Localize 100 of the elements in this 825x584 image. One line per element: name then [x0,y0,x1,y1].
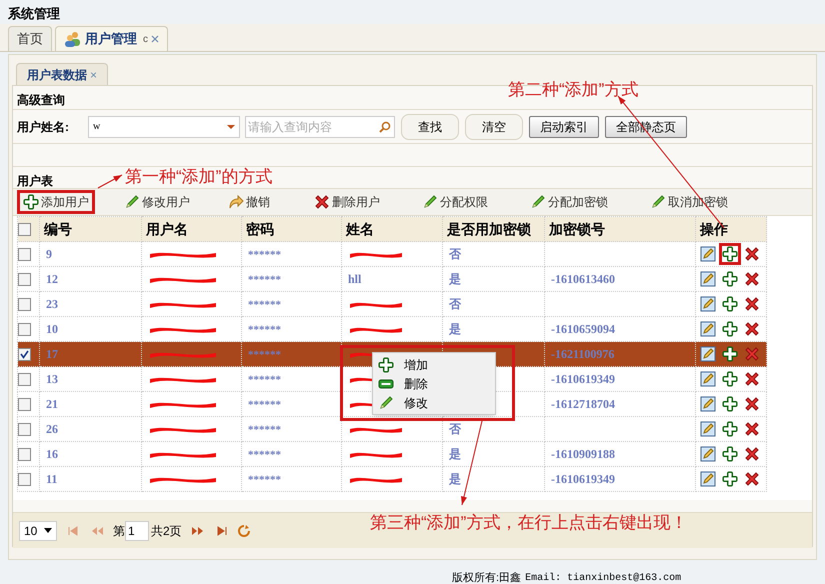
cross-icon[interactable] [744,421,760,437]
table-cell: ****** [248,274,281,286]
checkbox[interactable] [18,322,31,336]
button[interactable]: 启动索引 [529,116,599,138]
table-cell: 11 [46,472,58,486]
table-cell: hll [348,272,362,286]
table-cell: 17 [46,347,58,361]
cross-icon[interactable] [744,271,760,287]
cross-icon[interactable] [744,371,760,387]
page-label: 第 [113,522,125,540]
checkbox[interactable] [18,472,31,486]
edit-note-icon[interactable] [700,421,716,437]
edit-note-icon[interactable] [700,396,716,412]
table-cell: 10 [46,322,58,336]
checkbox[interactable] [18,448,31,460]
edit-note-icon[interactable] [700,246,716,262]
cross-icon[interactable] [744,296,760,312]
page-size-select[interactable]: 10 [19,520,57,540]
plus-icon[interactable] [722,396,738,412]
page-field[interactable]: 1 [125,520,149,540]
search-field[interactable]: 请输入查询内容 [245,116,395,138]
menu-item[interactable]: 修改 [373,393,495,412]
close-icon[interactable] [151,35,159,43]
checkbox[interactable] [18,422,31,436]
edit-note-icon[interactable] [700,321,716,337]
refresh-icon[interactable]: c [143,32,148,46]
table-cell: ****** [248,348,281,361]
toolbar-button[interactable]: 取消加密锁 [647,190,731,214]
plus-icon [378,356,394,372]
checkbox[interactable] [18,272,31,286]
toolbar-button[interactable]: 分配加密锁 [527,190,611,214]
cross-icon[interactable] [744,446,760,462]
checkbox[interactable] [18,348,31,360]
table-cell: 否 [449,297,461,311]
toolbar-button[interactable]: 撤销 [225,190,273,214]
table-cell: -1610613460 [551,272,615,286]
column-header: 姓名 [346,220,374,236]
select-field[interactable]: w [88,116,240,138]
annotation-arrow [98,174,122,188]
edit-note-icon[interactable] [700,271,716,287]
table-row[interactable]: 16 ****** 是 -1610909188 [18,442,766,466]
button[interactable]: 清空 [465,114,523,140]
column-header: 密码 [246,220,274,236]
tab[interactable]: 用户管理 c [55,26,168,51]
plus-icon[interactable] [722,371,738,387]
plus-icon[interactable] [722,246,738,262]
annotation-text: 第一种“添加”的方式 [125,166,272,188]
table-cell: ****** [248,474,281,486]
edit-note-icon[interactable] [700,371,716,387]
page-total: 共2页 [151,522,182,540]
checkbox[interactable] [18,222,31,236]
dropdown-icon[interactable] [44,528,52,534]
table-cell: -1610659094 [551,322,615,336]
checkbox[interactable] [18,372,31,386]
plus-icon[interactable] [722,421,738,437]
plus-icon[interactable] [722,446,738,462]
table-cell: 是 [449,472,461,486]
table-cell: ****** [248,374,281,386]
cross-icon[interactable] [744,246,760,262]
plus-icon[interactable] [722,346,738,362]
toolbar-button[interactable]: 修改用户 [121,190,193,214]
table-cell: ****** [248,248,281,261]
table-row[interactable]: 11 ****** 是 -1610619349 [18,466,766,492]
checkbox[interactable] [18,248,31,260]
edit-note-icon[interactable] [700,446,716,462]
checkbox[interactable] [18,298,31,310]
pencil-icon [530,194,546,210]
edit-note-icon[interactable] [700,296,716,312]
edit-note-icon[interactable] [700,346,716,362]
cross-icon[interactable] [744,396,760,412]
column-header: 是否用加密锁 [447,220,531,236]
tab[interactable]: 用户表数据 × [16,63,108,85]
refresh-icon[interactable] [238,524,250,536]
toolbar-button[interactable]: 添加用户 [17,190,95,214]
table-row[interactable]: 9 ****** 否 [18,242,766,266]
menu-item[interactable]: 增加 [373,355,495,374]
toolbar-button[interactable]: 删除用户 [311,190,383,214]
table-row[interactable]: 12 ****** hll 是 -1610613460 [18,266,766,292]
plus-icon[interactable] [722,296,738,312]
edit-note-icon[interactable] [700,471,716,487]
toolbar-button[interactable]: 分配权限 [419,190,491,214]
column-header: 用户名 [146,220,188,236]
cross-icon[interactable] [744,471,760,487]
table-row[interactable]: 10 ****** 是 -1610659094 [18,316,766,342]
checkbox[interactable] [18,398,31,410]
plus-icon[interactable] [722,321,738,337]
table-row[interactable]: 23 ****** 否 [18,292,766,316]
table-cell: 否 [449,247,461,261]
cross-icon[interactable] [744,321,760,337]
pencil-icon [378,394,394,410]
plus-icon[interactable] [722,271,738,287]
tab[interactable]: 首页 [8,26,52,51]
table-row[interactable]: 26 ****** 否 [18,416,766,442]
menu-item[interactable]: 删除 [373,374,495,393]
table-cell: 23 [46,297,58,311]
plus-icon[interactable] [722,471,738,487]
table-cell: 是 [449,322,461,336]
table-cell: ****** [248,448,281,461]
pencil-icon [650,194,666,210]
button[interactable]: 查找 [401,114,459,140]
